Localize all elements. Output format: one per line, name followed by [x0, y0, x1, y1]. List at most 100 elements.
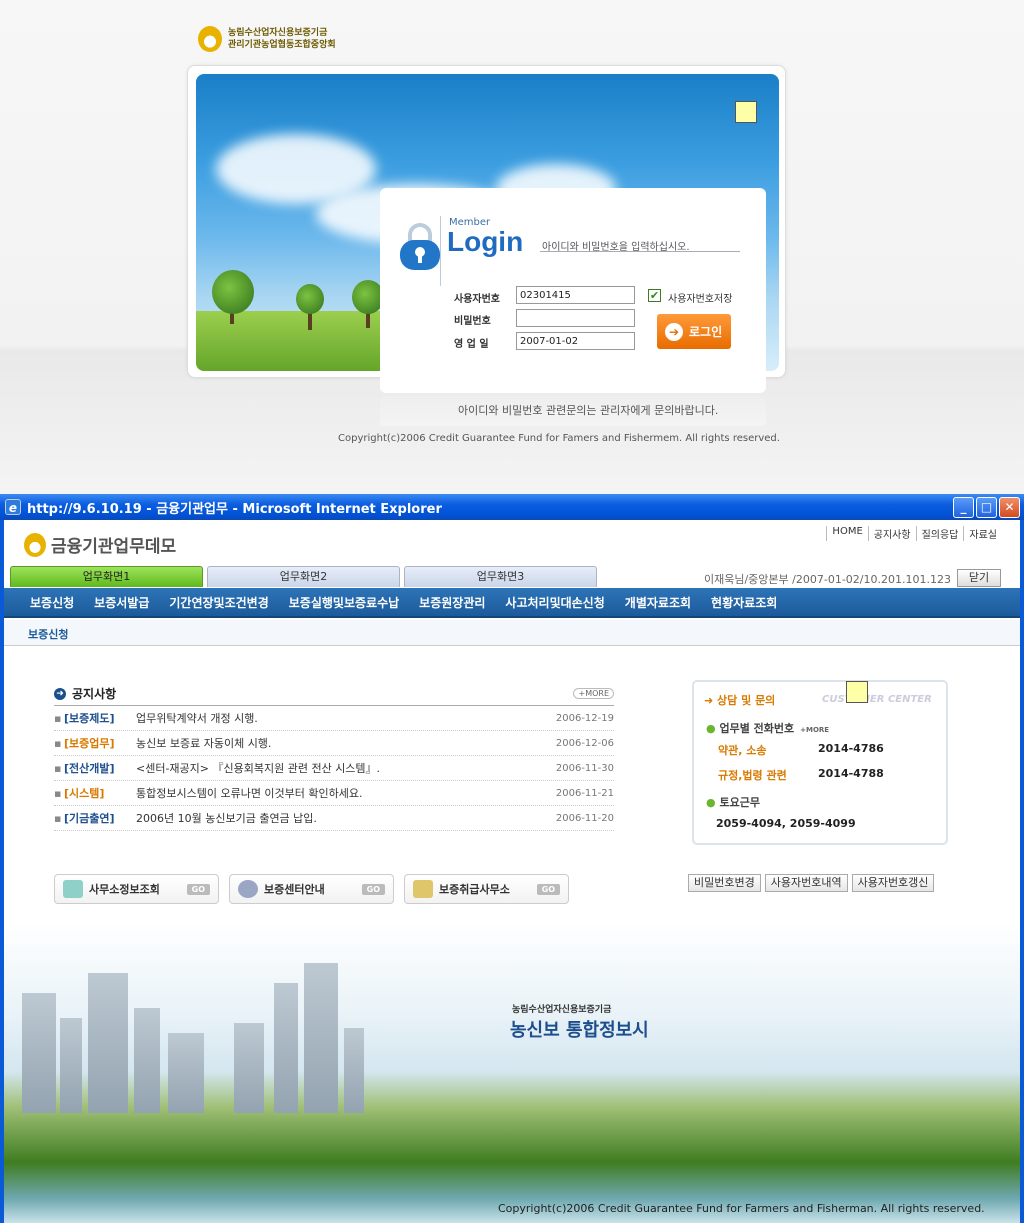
- notice-row[interactable]: ▪ [전산개발] <센터-재공지> 『신용회복지원 관련 전산 시스템』. 2006-…: [54, 756, 614, 781]
- notice-text[interactable]: 농신보 보증료 자동이체 시행.: [136, 735, 548, 751]
- notice-date: 2006-11-30: [555, 762, 614, 774]
- notice-text[interactable]: 업무위탁계약서 개정 시행.: [136, 710, 548, 726]
- login-copyright: Copyright(c)2006 Credit Guarantee Fund f…: [338, 433, 780, 444]
- minimize-button[interactable]: _: [953, 497, 974, 518]
- notice-row[interactable]: ▪ [기금출연] 2006년 10월 농신보기금 출연금 납입. 2006-11-20: [54, 806, 614, 831]
- close-window-button[interactable]: ✕: [999, 497, 1020, 518]
- arrow-right-icon: ➔: [665, 322, 683, 341]
- bullet-icon: ▪: [54, 811, 62, 825]
- notice-category: [전산개발]: [64, 762, 115, 775]
- login-screen: 농림수산업자신용보증기금 관리기관농업협동조합중앙회 Member Login: [0, 0, 1024, 494]
- menu-individual-query[interactable]: 개별자료조회: [615, 594, 701, 611]
- window-title: http://9.6.10.19 - 금융기관업무 - Microsoft In…: [27, 501, 442, 517]
- login-help-note: 아이디와 비밀번호 관련문의는 관리자에게 문의바랍니다.: [458, 404, 719, 417]
- login-title: Login: [447, 226, 524, 257]
- notice-board: ➜ 공지사항 +MORE ▪ [보증제도] 업무위탁계약서 개정 시행. 2006-1…: [54, 686, 614, 831]
- renew-user-number-button[interactable]: 사용자번호갱신: [851, 874, 935, 892]
- tab-workscreen-2[interactable]: 업무화면2: [207, 566, 400, 587]
- bullet-icon: ▪: [54, 736, 62, 750]
- notice-row[interactable]: ▪ [시스템] 통합정보시스템이 오류나면 이것부터 확인하세요. 2006-11-2…: [54, 781, 614, 806]
- page-content: 금융기관업무데모 HOME 공지사항 질의응답 자료실 업무화면1 업무화면2 …: [4, 520, 1020, 1223]
- utility-nav: HOME 공지사항 질의응답 자료실: [826, 526, 1002, 541]
- password-input[interactable]: [516, 309, 635, 327]
- tab-workscreen-1[interactable]: 업무화면1: [10, 566, 203, 587]
- util-notice-link[interactable]: 공지사항: [867, 526, 916, 541]
- guarantee-center-button[interactable]: 보증센터안내 GO: [229, 874, 394, 904]
- consult-panel: ➜ 상담 및 문의 CUSTOMER CENTER ● 업무별 전화번호 +MOR…: [692, 680, 948, 845]
- sub-menu: 보증신청: [4, 620, 1020, 646]
- user-session-info: 이재욱님/중앙본부 /2007-01-02/10.201.101.123: [704, 573, 951, 586]
- city-forest-banner: 농림수산업자신용보증기금 농신보 통합정보시 Copyright(c)2006 …: [4, 920, 1020, 1223]
- notice-category: [보증업무]: [64, 737, 115, 750]
- maximize-button[interactable]: □: [976, 497, 997, 518]
- notice-date: 2006-12-19: [555, 712, 614, 724]
- lock-icon: [400, 223, 440, 270]
- notice-row[interactable]: ▪ [보증업무] 농신보 보증료 자동이체 시행. 2006-12-06: [54, 731, 614, 756]
- org-name-line1: 농림수산업자신용보증기금: [228, 28, 328, 38]
- org-name-line2: 관리기관농업협동조합중앙회: [228, 40, 336, 50]
- login-button-label: 로그인: [689, 325, 723, 339]
- arrow-right-icon: ➜: [54, 687, 66, 700]
- menu-status-query[interactable]: 현황자료조회: [701, 594, 787, 611]
- office-info-button[interactable]: 사무소정보조회 GO: [54, 874, 219, 904]
- window-titlebar[interactable]: e http://9.6.10.19 - 금융기관업무 - Microsoft …: [0, 494, 1024, 520]
- user-number-input[interactable]: [516, 286, 635, 304]
- phone-more-button[interactable]: +MORE: [800, 726, 829, 734]
- contact-key-terms: 약관, 소송: [718, 744, 767, 757]
- phone-section: ● 업무별 전화번호 +MORE: [706, 722, 830, 735]
- bullet-icon: ▪: [54, 761, 62, 775]
- util-home-link[interactable]: HOME: [826, 526, 867, 541]
- book-icon: [413, 880, 433, 898]
- consult-title: ➜ 상담 및 문의: [704, 694, 776, 707]
- monitor-icon: [63, 880, 83, 898]
- notice-category: [시스템]: [64, 787, 105, 800]
- quick-links: 사무소정보조회 GO 보증센터안내 GO 보증취급사무소 GO: [54, 874, 569, 904]
- main-menu: 보증신청 보증서발급 기간연장및조건변경 보증실행및보증료수납 보증원장관리 사…: [4, 588, 1020, 618]
- site-logo[interactable]: 금융기관업무데모: [24, 532, 176, 557]
- account-buttons: 비밀번호변경 사용자번호내역 사용자번호갱신: [688, 874, 935, 892]
- notice-date: 2006-11-21: [555, 787, 614, 799]
- contact-value-rules: 2014-4788: [818, 767, 884, 780]
- handling-office-button[interactable]: 보증취급사무소 GO: [404, 874, 569, 904]
- save-user-number-label: 사용자번호저장: [668, 294, 733, 305]
- menu-guarantee-execution[interactable]: 보증실행및보증료수납: [279, 594, 409, 611]
- ie-window: e http://9.6.10.19 - 금융기관업무 - Microsoft …: [0, 494, 1024, 1223]
- menu-term-extension[interactable]: 기간연장및조건변경: [159, 594, 278, 611]
- change-password-button[interactable]: 비밀번호변경: [688, 874, 761, 892]
- util-qna-link[interactable]: 질의응답: [915, 526, 964, 541]
- menu-guarantee-apply[interactable]: 보증신청: [20, 594, 84, 611]
- login-box: Member Login 아이디와 비밀번호을 입력하십시오. 사용자번호 비밀…: [380, 188, 766, 393]
- contact-value-terms: 2014-4786: [818, 742, 884, 755]
- saturday-phone: 2059-4094, 2059-4099: [716, 817, 856, 830]
- org-logo: 농림수산업자신용보증기금 관리기관농업협동조합중앙회: [198, 26, 336, 52]
- user-number-label: 사용자번호: [454, 294, 500, 305]
- close-page-button[interactable]: 닫기: [957, 569, 1001, 587]
- customer-center-label: CUSTOMER CENTER: [822, 694, 932, 705]
- sticky-note: [846, 681, 868, 703]
- submenu-guarantee-apply[interactable]: 보증신청: [28, 626, 68, 642]
- notice-date: 2006-12-06: [555, 737, 614, 749]
- contact-key-rules: 규정,법령 관련: [718, 769, 787, 782]
- business-date-input[interactable]: [516, 332, 635, 350]
- globe-icon: [238, 880, 258, 898]
- notice-more-button[interactable]: +MORE: [573, 688, 614, 699]
- banner-title: 농신보 통합정보시: [510, 1020, 649, 1041]
- bullet-icon: ▪: [54, 786, 62, 800]
- notice-text[interactable]: <센터-재공지> 『신용회복지원 관련 전산 시스템』.: [136, 760, 548, 776]
- saturday-section: ● 토요근무: [706, 796, 760, 809]
- user-number-history-button[interactable]: 사용자번호내역: [764, 874, 848, 892]
- notice-row[interactable]: ▪ [보증제도] 업무위탁계약서 개정 시행. 2006-12-19: [54, 706, 614, 731]
- notice-text[interactable]: 통합정보시스템이 오류나면 이것부터 확인하세요.: [136, 785, 548, 801]
- util-library-link[interactable]: 자료실: [963, 526, 1002, 541]
- notice-date: 2006-11-20: [555, 812, 614, 824]
- menu-accident-processing[interactable]: 사고처리및대손신청: [495, 594, 614, 611]
- page-copyright: Copyright(c)2006 Credit Guarantee Fund f…: [498, 1202, 985, 1215]
- tab-workscreen-3[interactable]: 업무화면3: [404, 566, 597, 587]
- menu-guarantee-issue[interactable]: 보증서발급: [84, 594, 159, 611]
- notice-category: [보증제도]: [64, 712, 115, 725]
- notice-text[interactable]: 2006년 10월 농신보기금 출연금 납입.: [136, 810, 548, 826]
- save-user-number-checkbox[interactable]: ✔: [648, 289, 661, 302]
- menu-ledger-management[interactable]: 보증원장관리: [409, 594, 495, 611]
- banner-subtitle: 농림수산업자신용보증기금: [512, 1005, 612, 1015]
- login-button[interactable]: ➔ 로그인: [657, 314, 731, 349]
